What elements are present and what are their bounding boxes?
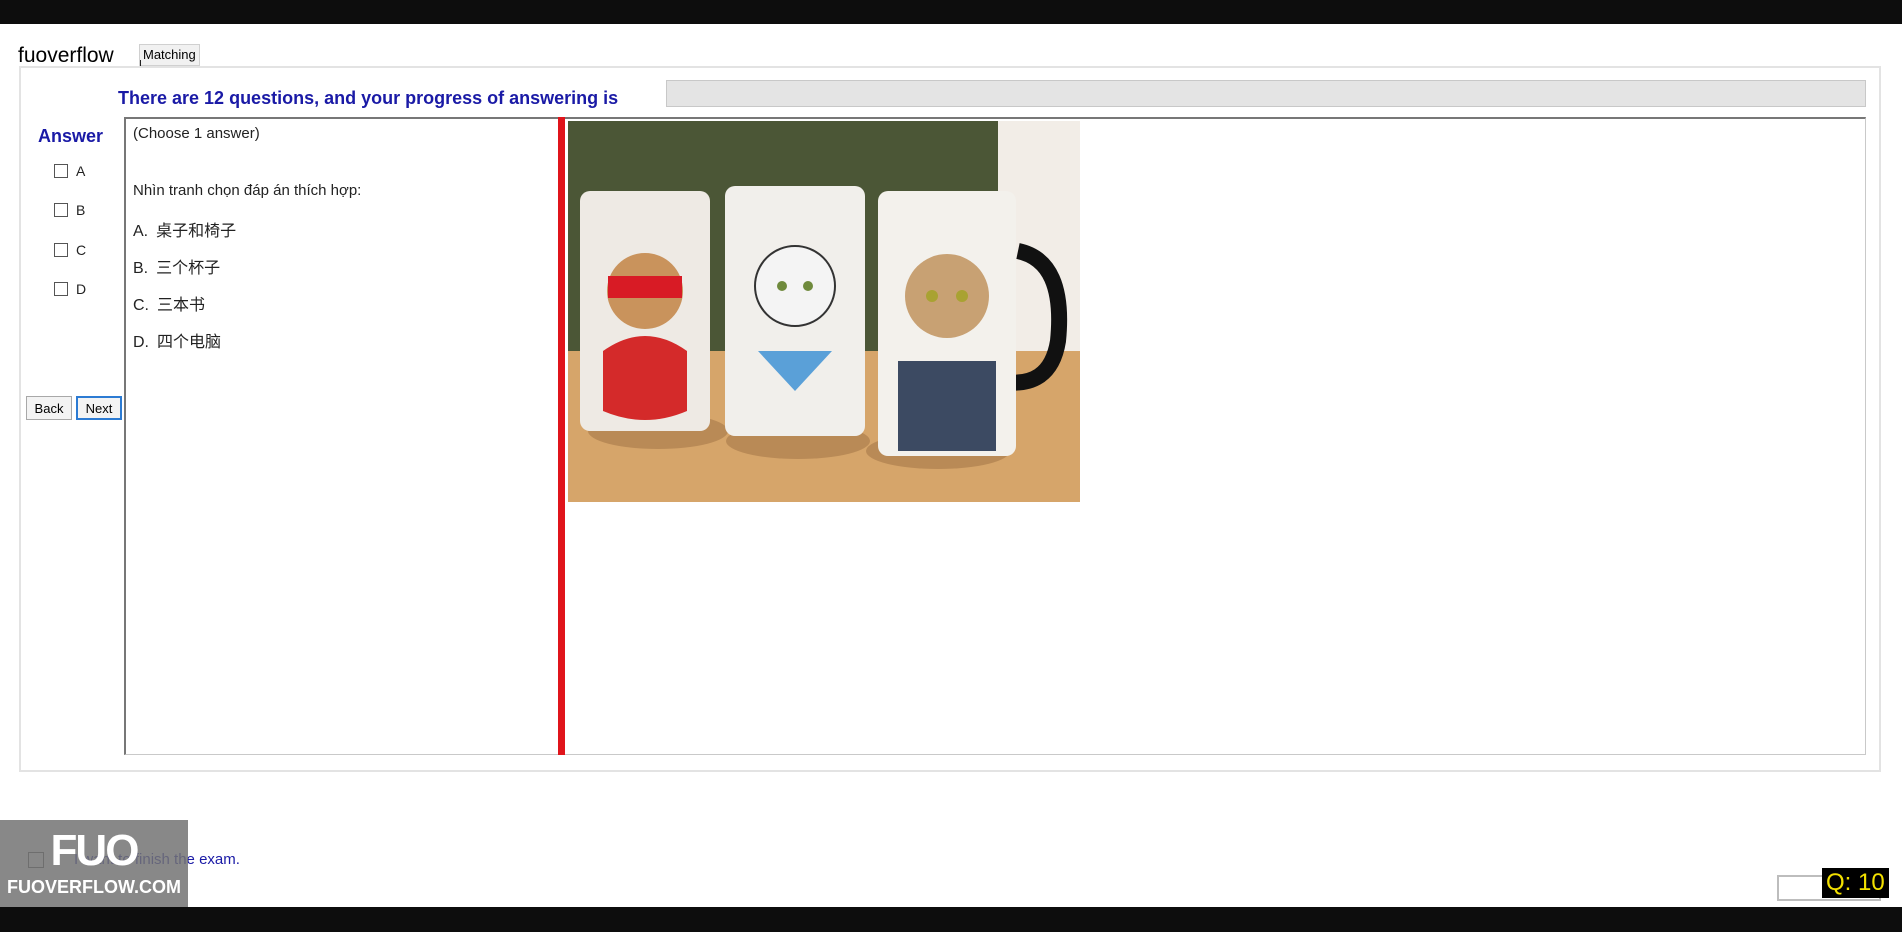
checkbox-c[interactable] xyxy=(54,243,68,257)
question-counter: Q: 10 xyxy=(1822,868,1889,898)
answer-option-label: C xyxy=(76,242,87,258)
logo-text: FUOVERFLOW.COM xyxy=(7,877,181,897)
answer-option-label: D xyxy=(76,281,87,297)
question-instruction: (Choose 1 answer) xyxy=(133,125,260,142)
cat-mugs-illustration xyxy=(568,121,1080,502)
next-button[interactable]: Next xyxy=(76,396,122,420)
answer-option-d[interactable]: D xyxy=(54,279,86,299)
mode-tag[interactable]: Matching xyxy=(139,44,200,66)
question-prompt: Nhìn tranh chọn đáp án thích hợp: xyxy=(133,182,362,199)
answer-option-label: B xyxy=(76,202,86,218)
question-image xyxy=(568,121,1080,502)
answer-option-c[interactable]: C xyxy=(54,240,86,260)
checkbox-a[interactable] xyxy=(54,164,68,178)
fuoverflow-watermark-logo: FUO FUOVERFLOW.COM xyxy=(0,820,188,907)
choice-letter: B. xyxy=(133,260,149,277)
progress-label: There are 12 questions, and your progres… xyxy=(118,88,619,108)
question-choice-a: A. 桌子和椅子 xyxy=(133,217,236,241)
question-choice-d: D. 四个电脑 xyxy=(133,328,221,352)
bottom-black-bar xyxy=(0,907,1902,932)
app-brand: fuoverflow xyxy=(18,44,114,67)
choice-text: 桌子和椅子 xyxy=(156,223,237,240)
checkbox-d[interactable] xyxy=(54,282,68,296)
answer-title: Answer xyxy=(38,126,104,146)
question-choice-b: B. 三个杯子 xyxy=(133,254,220,278)
answer-option-a[interactable]: A xyxy=(54,161,85,181)
checkbox-b[interactable] xyxy=(54,203,68,217)
choice-text: 三本书 xyxy=(157,297,206,314)
question-choice-c: C. 三本书 xyxy=(133,291,205,315)
answer-option-b[interactable]: B xyxy=(54,200,85,220)
choice-text: 三个杯子 xyxy=(156,260,221,277)
top-black-bar xyxy=(0,0,1902,24)
choice-letter: C. xyxy=(133,297,149,314)
back-button[interactable]: Back xyxy=(26,396,72,420)
answer-option-label: A xyxy=(76,163,86,179)
choice-letter: A. xyxy=(133,223,149,240)
choice-letter: D. xyxy=(133,334,149,351)
panel-splitter[interactable] xyxy=(558,117,565,755)
logo-mark: FUO xyxy=(50,826,140,875)
choice-text: 四个电脑 xyxy=(157,334,222,351)
progress-bar xyxy=(666,80,1866,107)
